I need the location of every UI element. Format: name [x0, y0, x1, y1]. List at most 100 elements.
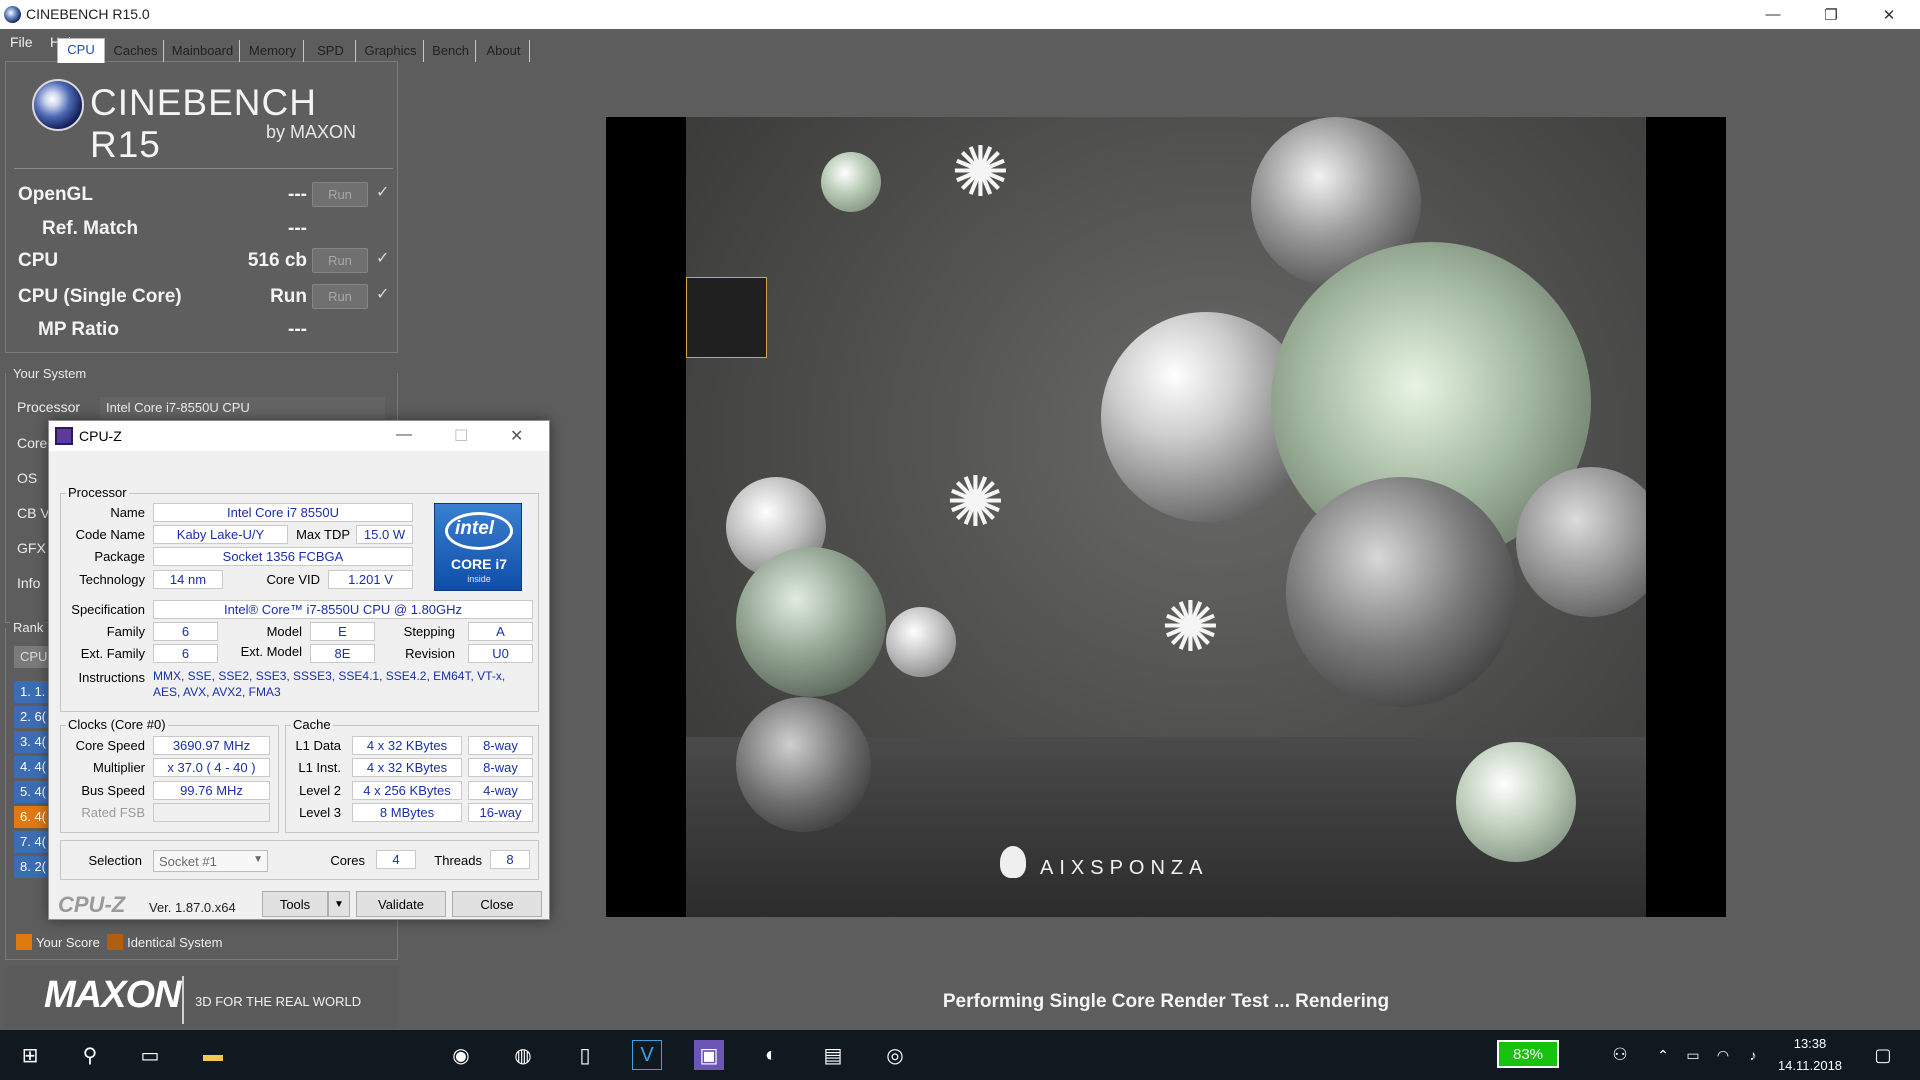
people-icon[interactable]: ⚇	[1605, 1040, 1635, 1070]
search-icon[interactable]: ⚲	[75, 1040, 105, 1070]
minimize-button[interactable]: —	[1744, 0, 1802, 29]
render-image: ✺ ✺ ✺	[686, 117, 1646, 917]
sparkle-decoration: ✺	[1161, 588, 1220, 666]
socket-select[interactable]: Socket #1 ▼	[153, 850, 268, 872]
core-speed-value: 3690.97 MHz	[153, 736, 270, 755]
steam-icon[interactable]: ◍	[508, 1040, 538, 1070]
cpuz-brand-logo: CPU-Z	[58, 892, 126, 917]
clock[interactable]: 13:38 14.11.2018	[1775, 1033, 1845, 1077]
model-value: E	[310, 622, 375, 641]
render-status: Performing Single Core Render Test ... R…	[942, 991, 1390, 1012]
cinebench-taskbar-icon[interactable]: ◎	[880, 1040, 910, 1070]
processor-label: Processor	[17, 399, 81, 415]
max-tdp-label: Max TDP	[296, 527, 350, 542]
divider	[182, 976, 184, 1024]
instructions-label: Instructions	[78, 670, 145, 685]
selection-label: Selection	[88, 853, 142, 868]
bench-row-ref-match: Ref. Match ---	[6, 214, 399, 244]
close-button[interactable]: ✕	[1860, 0, 1918, 29]
sparkle-decoration: ✺	[951, 133, 1010, 211]
bench-value: ---	[288, 319, 307, 340]
divider	[14, 168, 393, 169]
bench-row-cpu-single-core: CPU (Single Core) Run Run ✓	[6, 282, 399, 312]
cpuz-maximize-button[interactable]: ☐	[454, 426, 468, 446]
family-label: Family	[106, 624, 145, 639]
cpuz-tab-memory[interactable]: Memory	[242, 40, 304, 62]
ranking-title: Rank	[10, 620, 47, 635]
opengl-checkbox[interactable]: ✓	[376, 182, 389, 202]
cpuz-minimize-button[interactable]: —	[396, 426, 412, 444]
chevron-up-icon[interactable]: ⌃	[1648, 1040, 1678, 1070]
chrome-icon[interactable]: ◉	[446, 1040, 476, 1070]
cores-value: 4	[376, 850, 416, 869]
cinebench-logo-by: by MAXON	[266, 122, 357, 142]
cpuz-tab-graphics[interactable]: Graphics	[358, 40, 424, 62]
system-label-info: Info	[17, 575, 41, 591]
tools-dropdown-button[interactable]: ▼	[328, 891, 350, 917]
technology-label: Technology	[79, 572, 145, 587]
intel-inside: inside	[467, 574, 491, 584]
photo-icon[interactable]: ▤	[818, 1040, 848, 1070]
ranking-legend: Your Score Identical System	[16, 934, 222, 950]
cpuz-tab-cpu[interactable]: CPU	[57, 38, 105, 63]
sphere	[886, 607, 956, 677]
level3-label: Level 3	[299, 805, 341, 820]
windows-start-icon[interactable]: ⊞	[15, 1040, 45, 1070]
bench-label: Ref. Match	[42, 218, 139, 239]
ext-model-label: Ext. Model	[240, 644, 302, 659]
cpuz-version: Ver. 1.87.0.x64	[149, 900, 236, 915]
cpu-single-checkbox[interactable]: ✓	[376, 284, 389, 304]
maxon-tagline: 3D FOR THE REAL WORLD	[195, 994, 362, 1009]
vegas-v-icon[interactable]: V	[632, 1040, 662, 1070]
bench-label: MP Ratio	[38, 319, 119, 340]
task-view-icon[interactable]: ▭	[135, 1040, 165, 1070]
cores-label: Cores	[330, 853, 365, 868]
cpuz-taskbar-icon[interactable]: ▣	[694, 1040, 724, 1070]
opengl-run-button[interactable]: Run	[312, 182, 368, 207]
tools-button[interactable]: Tools	[262, 891, 328, 917]
your-score-swatch	[16, 934, 32, 950]
instructions-value: MMX, SSE, SSE2, SSE3, SSSE3, SSE4.1, SSE…	[153, 669, 506, 699]
l1-inst-way: 8-way	[468, 758, 533, 777]
bus-speed-value: 99.76 MHz	[153, 781, 270, 800]
cpu-run-button[interactable]: Run	[312, 248, 368, 273]
bench-value: ---	[288, 218, 307, 239]
cpuz-tab-about[interactable]: About	[478, 40, 530, 62]
bench-label: CPU (Single Core)	[18, 286, 182, 307]
cinebench-logo-icon	[32, 79, 84, 131]
file-explorer-icon[interactable]: ▬	[198, 1040, 228, 1070]
cpuz-tab-caches[interactable]: Caches	[108, 40, 164, 62]
close-cpuz-button[interactable]: Close	[452, 891, 542, 917]
document-icon[interactable]: ▯	[570, 1040, 600, 1070]
wifi-icon[interactable]: ◠	[1708, 1040, 1738, 1070]
bus-speed-label: Bus Speed	[81, 783, 145, 798]
battery-icon[interactable]: ▭	[1678, 1040, 1708, 1070]
cpuz-tab-spd[interactable]: SPD	[306, 40, 356, 62]
battery-indicator[interactable]: 83%	[1497, 1040, 1559, 1068]
cpuz-tab-bench[interactable]: Bench	[426, 40, 476, 62]
notifications-icon[interactable]: ▢	[1868, 1040, 1898, 1070]
system-label-gfx: GFX	[17, 540, 46, 556]
benchmark-panel: CINEBENCH R15 by MAXON OpenGL --- Run ✓ …	[5, 61, 398, 353]
menu-file[interactable]: File	[10, 34, 33, 50]
identical-system-label: Identical System	[127, 935, 223, 950]
volume-icon[interactable]: ♪	[1738, 1040, 1768, 1070]
cpu-checkbox[interactable]: ✓	[376, 248, 389, 268]
bench-value: Run	[270, 286, 307, 307]
cpu-single-run-button[interactable]: Run	[312, 284, 368, 309]
cpuz-tab-mainboard[interactable]: Mainboard	[166, 40, 240, 62]
clock-date: 14.11.2018	[1777, 1058, 1843, 1073]
cpuz-close-button[interactable]: ✕	[510, 426, 523, 446]
intel-core-line: CORE i7	[450, 556, 507, 572]
family-value: 6	[153, 622, 218, 641]
l1-data-value: 4 x 32 KBytes	[352, 736, 462, 755]
sphere	[1516, 467, 1646, 617]
restore-button[interactable]: ❐	[1802, 0, 1860, 29]
package-value: Socket 1356 FCBGA	[153, 547, 413, 566]
paint-icon[interactable]: ◐	[756, 1040, 786, 1070]
sphere	[1456, 742, 1576, 862]
ext-family-label: Ext. Family	[80, 646, 145, 661]
validate-button[interactable]: Validate	[356, 891, 446, 917]
level2-label: Level 2	[299, 783, 341, 798]
system-label-os: OS	[17, 470, 38, 486]
